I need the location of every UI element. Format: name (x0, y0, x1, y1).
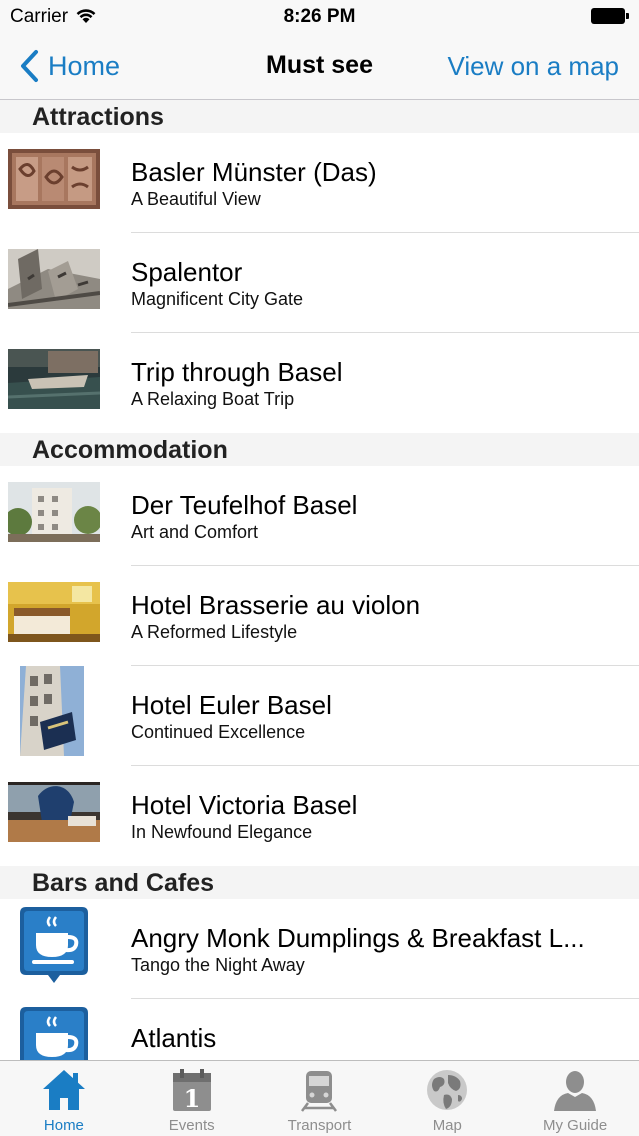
list-item-hotel-euler-basel[interactable]: Hotel Euler Basel Continued Excellence (0, 666, 639, 766)
item-subtitle: A Beautiful View (131, 189, 261, 209)
item-title: Hotel Brasserie au violon (131, 590, 421, 620)
list-item-basler-munster[interactable]: Basler Münster (Das) A Beautiful View (0, 133, 639, 233)
item-title: Spalentor (131, 257, 243, 287)
coffee-cup-icon (20, 1007, 88, 1060)
section-header-accommodation: Accommodation (0, 433, 639, 466)
section-header-attractions: Attractions (0, 100, 639, 133)
lounge-thumbnail (8, 782, 100, 842)
tab-events[interactable]: 1 Events (128, 1061, 256, 1136)
battery-icon (591, 8, 629, 24)
item-title: Hotel Victoria Basel (131, 790, 358, 820)
item-subtitle: A Reformed Lifestyle (131, 622, 298, 642)
item-subtitle: Magnificent City Gate (131, 289, 304, 309)
home-icon (42, 1070, 85, 1110)
tab-bar: Home 1 Events Transport Map My Guide (0, 1060, 639, 1136)
navigation-bar: Home Must see View on a map (0, 34, 639, 100)
list-item-spalentor[interactable]: Spalentor Magnificent City Gate (0, 233, 639, 333)
list-item-trip-through-basel[interactable]: Trip through Basel A Relaxing Boat Trip (0, 333, 639, 433)
list-item-hotel-brasserie-au-violon[interactable]: Hotel Brasserie au violon A Reformed Lif… (0, 566, 639, 666)
tab-label: Home (43, 1117, 84, 1134)
hotel-facade-thumbnail (8, 482, 100, 542)
item-subtitle: Art and Comfort (131, 522, 259, 542)
person-icon (554, 1071, 597, 1111)
tab-label: Map (432, 1117, 462, 1134)
cathedral-carving-thumbnail (8, 149, 100, 209)
back-button-label: Home (48, 50, 121, 81)
back-button[interactable]: Home (18, 48, 120, 84)
section-header-bars-and-cafes: Bars and Cafes (0, 866, 639, 899)
svg-text:1: 1 (183, 1084, 200, 1113)
item-title: Trip through Basel (131, 357, 343, 387)
status-bar: Carrier 8:26 PM (0, 0, 639, 34)
item-title: Basler Münster (Das) (131, 157, 377, 187)
item-title: Der Teufelhof Basel (131, 490, 358, 520)
item-subtitle: A Relaxing Boat Trip (131, 389, 295, 409)
tab-transport[interactable]: Transport (256, 1061, 384, 1136)
coffee-cup-icon (20, 907, 88, 983)
list-item-angry-monk-dumplings[interactable]: Angry Monk Dumplings & Breakfast L... Ta… (0, 899, 639, 999)
item-title: Atlantis (131, 1023, 217, 1053)
boat-trip-thumbnail (8, 349, 100, 409)
tab-label: Transport (287, 1117, 352, 1134)
globe-icon (427, 1070, 468, 1110)
clock: 8:26 PM (283, 6, 356, 27)
list-item-atlantis[interactable]: Atlantis (0, 999, 639, 1060)
hotel-sign-thumbnail (20, 666, 84, 756)
tab-label: My Guide (542, 1117, 608, 1134)
must-see-list[interactable]: Attractions Basler Münster (Das) A Beaut… (0, 100, 639, 1060)
tab-home[interactable]: Home (0, 1061, 128, 1136)
item-title: Hotel Euler Basel (131, 690, 332, 720)
list-item-hotel-victoria-basel[interactable]: Hotel Victoria Basel In Newfound Eleganc… (0, 766, 639, 866)
hotel-room-thumbnail (8, 582, 100, 642)
item-title: Angry Monk Dumplings & Breakfast L... (131, 923, 585, 953)
train-icon (301, 1071, 338, 1112)
item-subtitle: In Newfound Elegance (131, 822, 313, 842)
city-gate-thumbnail (8, 249, 100, 309)
list-item-der-teufelhof-basel[interactable]: Der Teufelhof Basel Art and Comfort (0, 466, 639, 566)
item-subtitle: Tango the Night Away (131, 955, 305, 975)
view-on-map-button[interactable]: View on a map (447, 51, 619, 82)
tab-label: Events (168, 1117, 215, 1134)
tab-map[interactable]: Map (383, 1061, 511, 1136)
chevron-left-icon (21, 50, 38, 82)
item-subtitle: Continued Excellence (131, 722, 306, 742)
tab-my-guide[interactable]: My Guide (511, 1061, 639, 1136)
calendar-icon: 1 (172, 1069, 211, 1113)
